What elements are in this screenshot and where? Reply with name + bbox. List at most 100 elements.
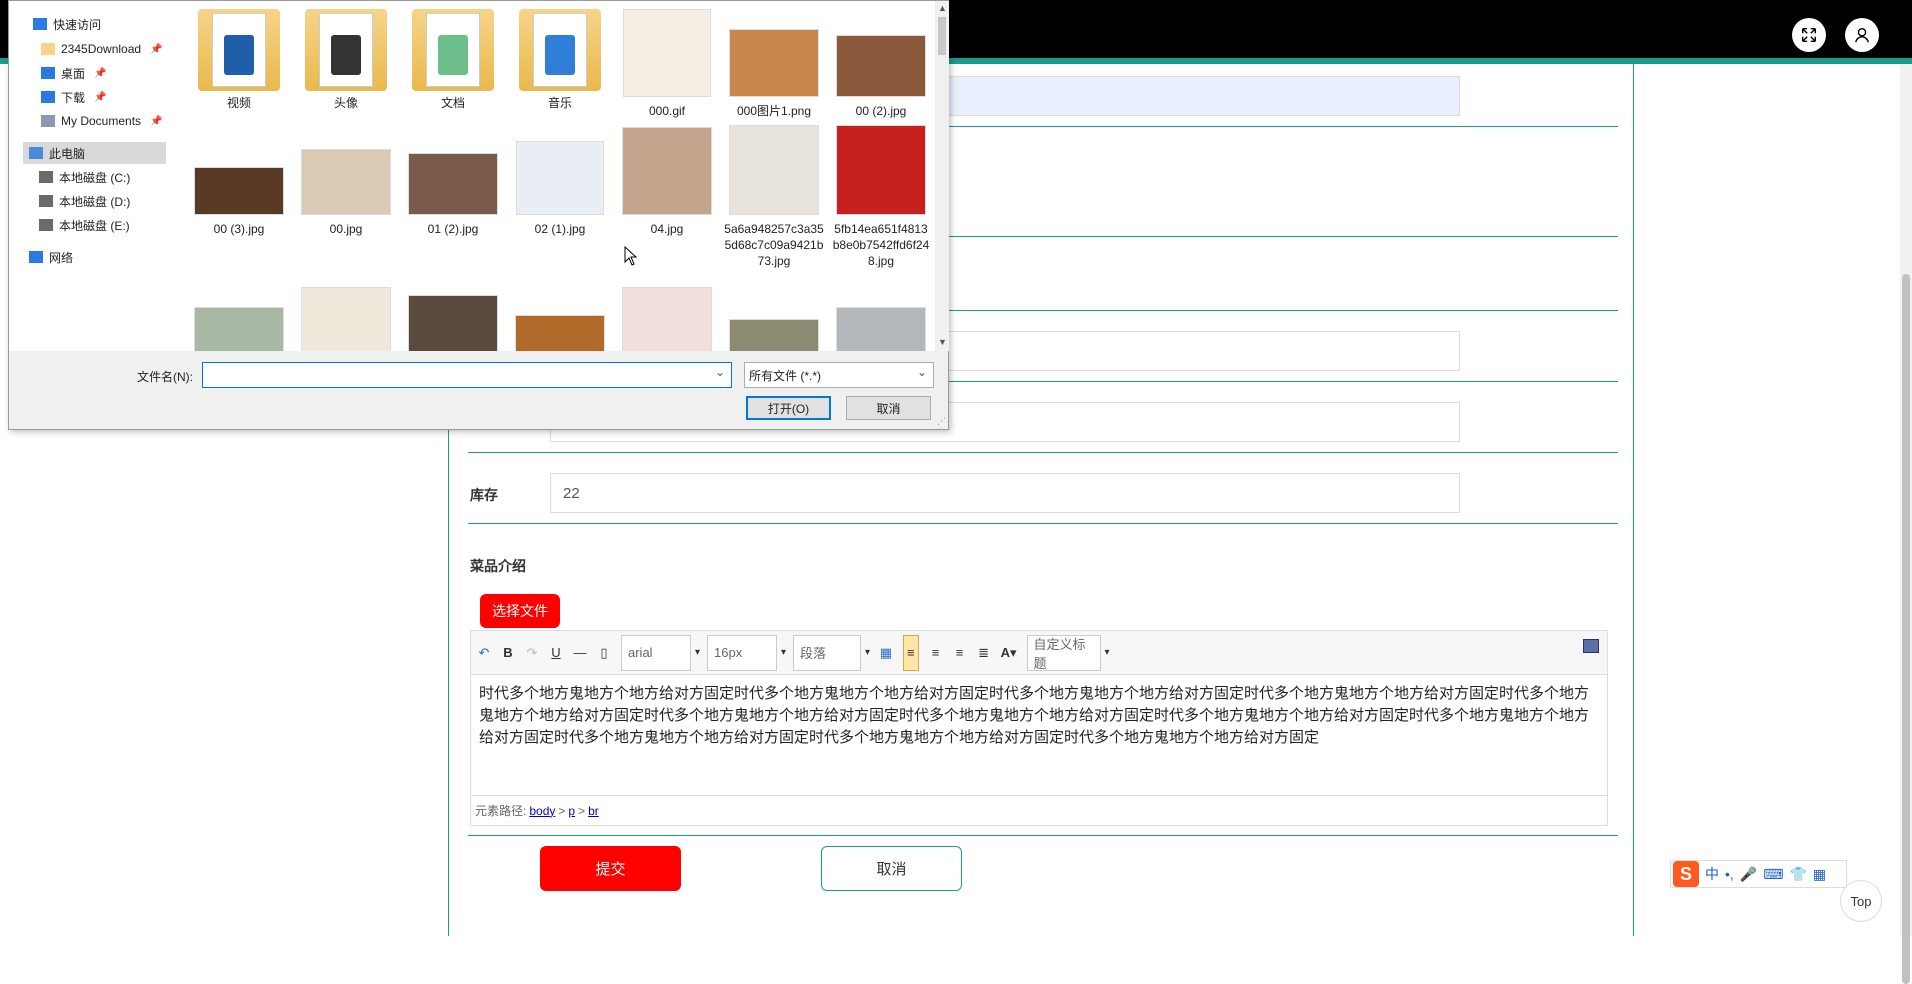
custom-title-select[interactable]: 自定义标题 xyxy=(1026,634,1110,671)
user-button[interactable] xyxy=(1845,18,1879,52)
resize-grip-icon[interactable]: ⋰ xyxy=(937,416,946,427)
page-scrollbar-thumb[interactable] xyxy=(1902,274,1910,984)
redo-icon[interactable]: ↷ xyxy=(525,645,539,661)
element-path-label: 元素路径: xyxy=(475,804,527,818)
file-item[interactable]: 5fb14ea651f4813b8e0b7542ffd6f248.jpg xyxy=(831,121,931,269)
file-item[interactable] xyxy=(403,279,503,351)
nav-item-label: 下载 xyxy=(61,90,86,105)
folder-item[interactable]: 头像 xyxy=(296,3,396,111)
submit-button[interactable]: 提交 xyxy=(540,846,681,891)
row-divider xyxy=(468,835,1618,836)
nav-item[interactable]: 桌面 📌 xyxy=(41,62,106,84)
font-size-select[interactable]: 16px xyxy=(707,634,786,671)
nav-item-label: 本地磁盘 (D:) xyxy=(59,194,131,209)
row-divider xyxy=(468,523,1618,524)
paragraph-select[interactable]: 段落 xyxy=(793,634,870,671)
file-item[interactable]: 01 (2).jpg xyxy=(403,121,503,237)
font-family-select[interactable]: arial xyxy=(621,634,700,671)
path-separator: > xyxy=(558,803,566,818)
nav-item[interactable]: 网络 xyxy=(29,246,73,268)
microphone-icon[interactable]: 🎤 xyxy=(1740,866,1757,883)
file-item[interactable]: 00 (3).jpg xyxy=(189,121,289,237)
file-list-scrollbar[interactable]: ▲ ▼ xyxy=(935,1,949,351)
fullscreen-button[interactable] xyxy=(1792,18,1826,52)
file-name: 头像 xyxy=(333,96,358,110)
scroll-down-icon[interactable]: ▼ xyxy=(938,337,947,347)
table-icon[interactable]: ▦ xyxy=(879,645,893,661)
file-list-scrollbar-thumb[interactable] xyxy=(938,17,946,55)
nav-item[interactable]: 快速访问 xyxy=(33,13,101,35)
path-body-link[interactable]: body xyxy=(529,804,555,818)
mouse-cursor-icon xyxy=(624,246,638,266)
nav-item[interactable]: My Documents 📌 xyxy=(41,110,162,132)
file-item[interactable] xyxy=(831,279,931,351)
file-item[interactable] xyxy=(617,279,717,351)
editor-toolbar: ↶ B ↷ U — ▯ arial 16px 段落 ▦ ≡ ≡ ≡ ≣ A▾ 自… xyxy=(471,631,1607,675)
file-name: 文档 xyxy=(440,96,465,110)
folder-item[interactable]: 音乐 xyxy=(510,3,610,111)
user-icon xyxy=(1855,27,1869,43)
fullscreen-editor-icon[interactable] xyxy=(1583,639,1599,653)
skin-icon[interactable]: 👕 xyxy=(1789,866,1806,883)
underline-icon[interactable]: U xyxy=(549,645,563,660)
ime-mode[interactable]: 中 xyxy=(1705,864,1719,884)
file-item[interactable] xyxy=(189,279,289,351)
nav-item[interactable]: 本地磁盘 (C:) xyxy=(39,166,130,188)
file-item[interactable]: 04.jpg xyxy=(617,121,717,237)
file-type-select[interactable]: 所有文件 (*.*) xyxy=(744,362,934,388)
file-name: 000图片1.png xyxy=(736,104,812,118)
align-right-icon[interactable]: ≡ xyxy=(929,645,943,660)
keyboard-icon[interactable]: ⌨ xyxy=(1763,866,1783,883)
file-item[interactable]: 5a6a948257c3a355d68c7c09a9421b73.jpg xyxy=(724,121,824,269)
nav-item-label: 桌面 xyxy=(61,66,86,81)
align-left-icon[interactable]: ≡ xyxy=(903,634,919,671)
toolbox-icon[interactable]: ▦ xyxy=(1813,866,1826,883)
path-p-link[interactable]: p xyxy=(568,804,575,818)
folder-item[interactable]: 文档 xyxy=(403,3,503,111)
scroll-up-icon[interactable]: ▲ xyxy=(938,3,947,13)
image-thumbnail xyxy=(836,307,926,351)
folder-icon xyxy=(41,43,55,55)
paste-icon[interactable]: ▯ xyxy=(597,645,611,661)
file-name: 02 (1).jpg xyxy=(534,222,586,236)
dialog-cancel-button[interactable]: 取消 xyxy=(846,396,931,420)
file-item[interactable]: 02 (1).jpg xyxy=(510,121,610,237)
choose-file-button[interactable]: 选择文件 xyxy=(480,594,560,628)
nav-item[interactable]: 本地磁盘 (E:) xyxy=(39,214,130,236)
editor-content[interactable]: 时代多个地方鬼地方个地方给对方固定时代多个地方鬼地方个地方给对方固定时代多个地方… xyxy=(471,675,1607,795)
file-item[interactable] xyxy=(510,279,610,351)
folder-item[interactable]: 视频 xyxy=(189,3,289,111)
stock-input[interactable]: 22 xyxy=(550,473,1460,513)
nav-item[interactable]: 本地磁盘 (D:) xyxy=(39,190,130,212)
nav-item[interactable]: 此电脑 xyxy=(23,142,166,164)
path-separator: > xyxy=(578,803,586,818)
align-justify-icon[interactable]: ≣ xyxy=(977,645,991,661)
cancel-button[interactable]: 取消 xyxy=(821,846,962,891)
nav-item-label: 快速访问 xyxy=(53,17,102,32)
open-button[interactable]: 打开(O) xyxy=(746,396,831,420)
file-item[interactable]: 000图片1.png xyxy=(724,3,824,119)
nav-item-label: 此电脑 xyxy=(49,146,86,161)
sogou-logo-icon: S xyxy=(1673,861,1699,887)
font-color-icon[interactable]: A▾ xyxy=(1001,645,1017,661)
nav-item[interactable]: 下载 📌 xyxy=(41,86,106,108)
file-item[interactable]: 000.gif xyxy=(617,3,717,119)
undo-icon[interactable]: ↶ xyxy=(477,645,491,661)
back-to-top-button[interactable]: Top xyxy=(1840,880,1882,922)
file-item[interactable]: 00 (2).jpg xyxy=(831,3,931,119)
file-item[interactable] xyxy=(296,279,396,351)
page-scrollbar[interactable] xyxy=(1900,64,1912,984)
folder-badge xyxy=(545,35,575,75)
nav-item[interactable]: 2345Download 📌 xyxy=(41,38,163,60)
filename-input[interactable] xyxy=(202,362,732,388)
ime-punctuation[interactable]: •, xyxy=(1725,866,1734,882)
ime-toolbar[interactable]: S 中 •, 🎤 ⌨ 👕 ▦ xyxy=(1670,860,1847,888)
horizontal-rule-icon[interactable]: — xyxy=(573,645,587,660)
file-item[interactable]: 00.jpg xyxy=(296,121,396,237)
bold-icon[interactable]: B xyxy=(501,645,515,660)
path-br-link[interactable]: br xyxy=(588,804,599,818)
align-center-icon[interactable]: ≡ xyxy=(953,645,967,660)
file-item[interactable] xyxy=(724,279,824,351)
folder-badge xyxy=(224,35,254,75)
nav-item-label: 网络 xyxy=(49,250,74,265)
